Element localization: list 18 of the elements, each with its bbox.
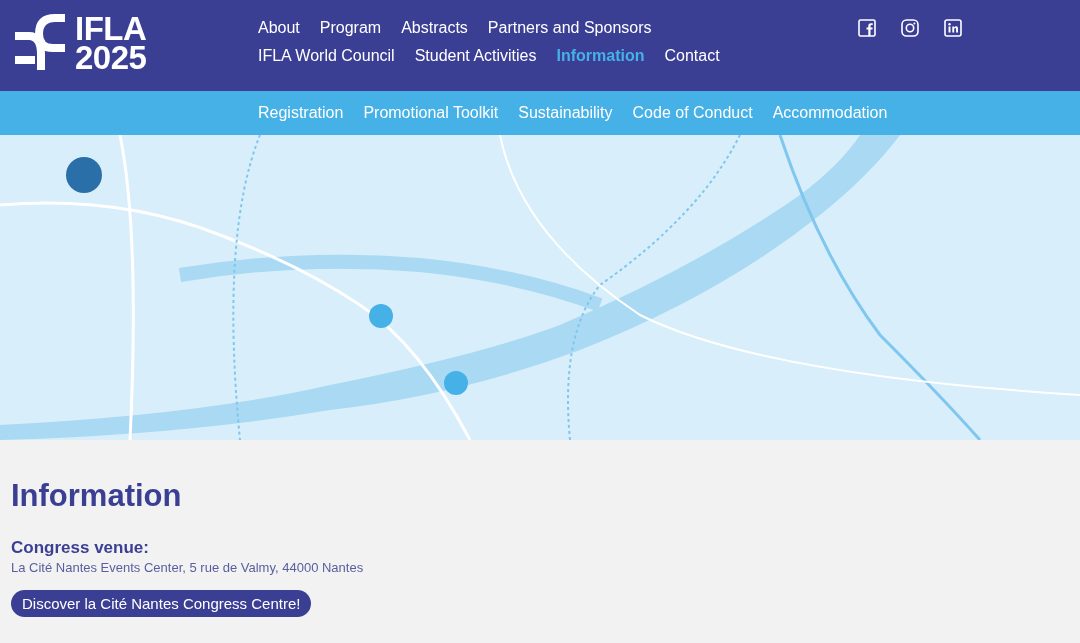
instagram-icon[interactable] xyxy=(901,19,919,37)
linkedin-icon[interactable] xyxy=(944,19,962,37)
page-heading: Information xyxy=(11,477,183,515)
nav-link[interactable]: Contact xyxy=(664,45,720,67)
discover-button[interactable]: Discover la Cité Nantes Congress Centre! xyxy=(11,590,312,617)
venue-label: Congress venue: xyxy=(11,538,150,558)
nav-link[interactable]: IFLA World Council xyxy=(258,45,395,67)
venue-address: La Cité Nantes Events Center, 5 rue de Valmy, 44000 Nantes xyxy=(11,560,365,575)
nav-link[interactable]: Student Activities xyxy=(414,45,537,67)
nav-link[interactable]: Abstracts xyxy=(401,17,468,39)
logo-text[interactable]: IFLA xyxy=(75,14,147,43)
logo-text[interactable]: 2025 xyxy=(75,43,147,72)
nav-link[interactable]: Information xyxy=(556,45,645,67)
nav-link[interactable]: Partners and Sponsors xyxy=(487,17,652,39)
facebook-icon[interactable] xyxy=(858,19,876,37)
nav-link[interactable]: Program xyxy=(319,17,382,39)
nav-link[interactable]: About xyxy=(258,17,300,39)
logo-icon xyxy=(13,14,67,72)
